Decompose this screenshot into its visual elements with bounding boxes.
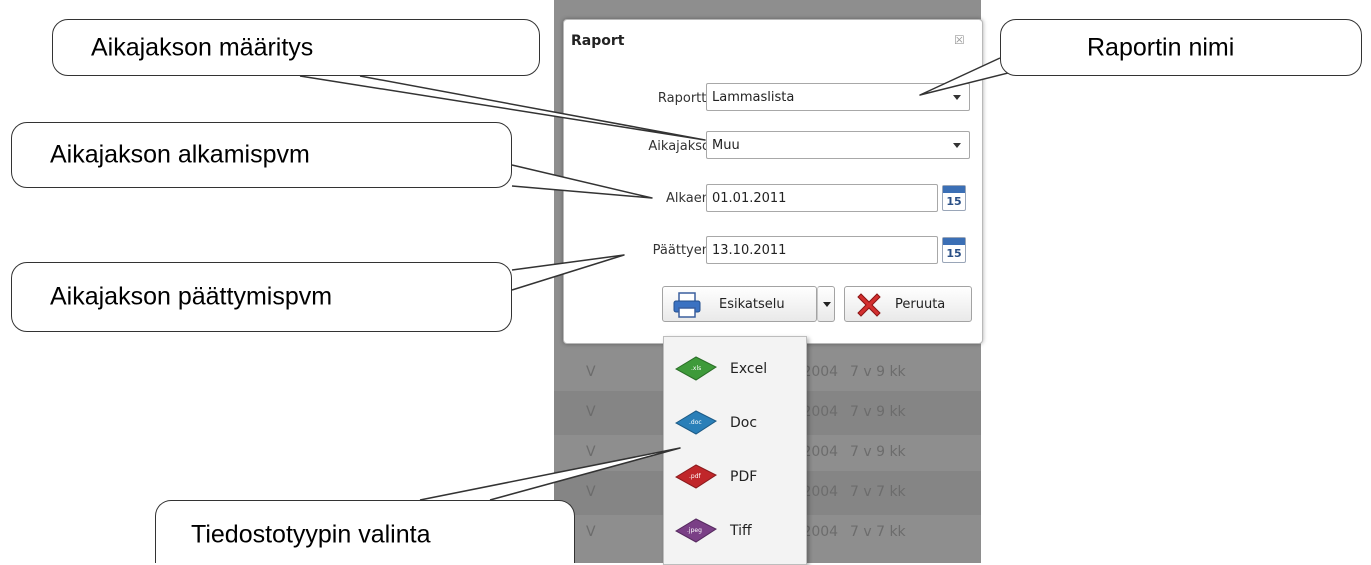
callout-end-date: Aikajakson päättymispvm — [11, 262, 512, 332]
callout-file-type: Tiedostotyypin valinta — [155, 500, 575, 563]
callout-start-date: Aikajakson alkamispvm — [11, 122, 512, 188]
callout-period-definition: Aikajakson määritys — [52, 19, 540, 76]
callout-report-name: Raportin nimi — [1000, 19, 1362, 76]
